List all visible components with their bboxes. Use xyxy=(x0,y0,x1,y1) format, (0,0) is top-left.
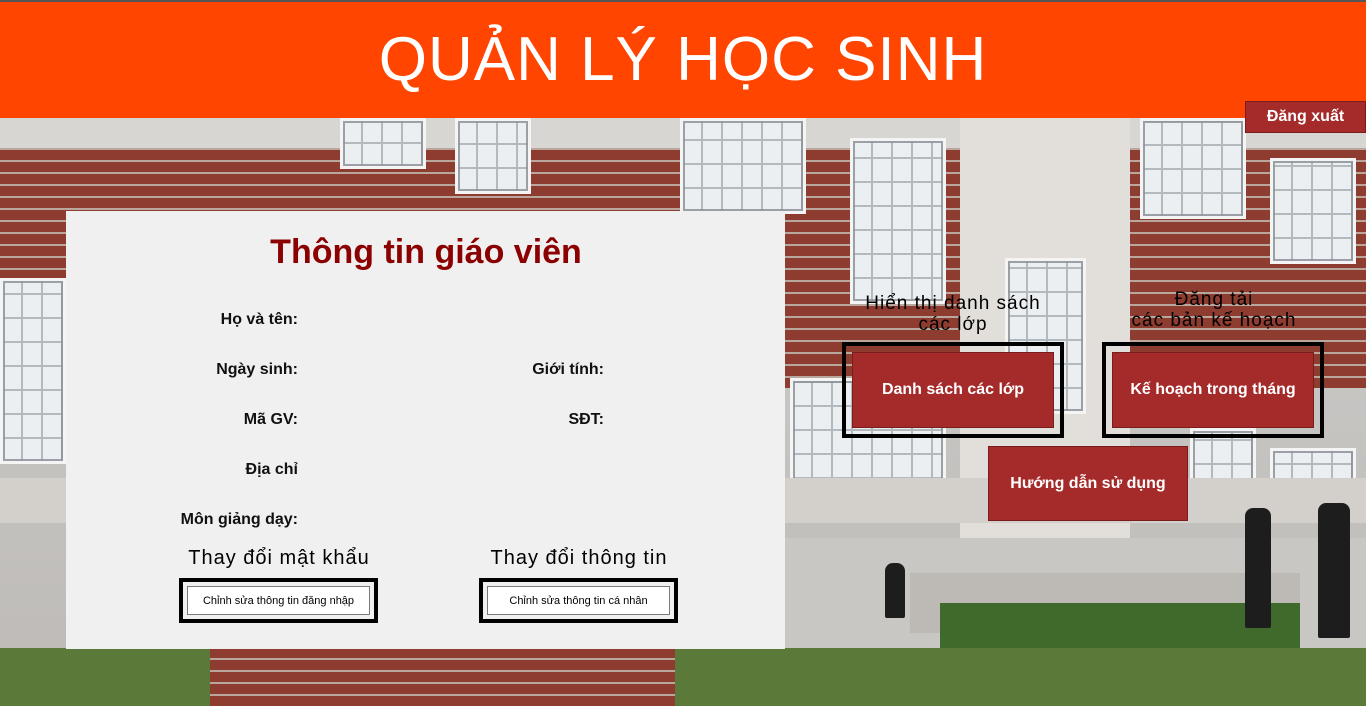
class-list-caption: Hiển thị danh sách các lớp xyxy=(843,293,1063,335)
name-label: Họ và tên: xyxy=(220,311,298,328)
window xyxy=(1270,158,1356,264)
change-password-frame: Chỉnh sửa thông tin đăng nhập xyxy=(179,578,378,623)
subject-label: Môn giảng dạy: xyxy=(180,511,298,528)
change-info-caption: Thay đổi thông tin xyxy=(490,547,668,569)
user-guide-button[interactable]: Hướng dẫn sử dụng xyxy=(988,446,1188,521)
change-password-caption: Thay đổi mật khẩu xyxy=(188,547,370,569)
monthly-plan-caption-line1: Đăng tải xyxy=(1174,289,1254,310)
dob-label: Ngày sinh: xyxy=(216,361,298,378)
class-list-caption-line1: Hiển thị danh sách xyxy=(865,293,1041,314)
window xyxy=(1140,118,1246,219)
hanging-coat xyxy=(885,563,905,618)
person-figure xyxy=(1245,508,1271,628)
window xyxy=(680,118,806,214)
logout-button[interactable]: Đăng xuất xyxy=(1245,101,1366,133)
teacher-id-label: Mã GV: xyxy=(243,411,298,428)
panel-title: Thông tin giáo viên xyxy=(270,233,582,271)
window xyxy=(0,278,66,464)
monthly-plan-button[interactable]: Kế hoạch trong tháng xyxy=(1112,352,1314,428)
window xyxy=(455,118,531,194)
gender-label: Giới tính: xyxy=(532,361,604,378)
address-label: Địa chỉ xyxy=(245,461,298,478)
edit-personal-info-button[interactable]: Chỉnh sửa thông tin cá nhân xyxy=(487,586,670,615)
monthly-plan-caption-line2: các bản kế hoạch xyxy=(1131,310,1297,331)
change-info-frame: Chỉnh sửa thông tin cá nhân xyxy=(479,578,678,623)
front-lawn xyxy=(0,648,1366,706)
edit-login-info-button[interactable]: Chỉnh sửa thông tin đăng nhập xyxy=(187,586,370,615)
class-list-button[interactable]: Danh sách các lớp xyxy=(852,352,1054,428)
window xyxy=(850,138,946,304)
app-header: QUẢN LÝ HỌC SINH xyxy=(0,0,1366,118)
phone-label: SĐT: xyxy=(568,411,604,428)
class-list-caption-line2: các lớp xyxy=(918,314,988,335)
person-figure xyxy=(1318,503,1350,638)
app-title: QUẢN LÝ HỌC SINH xyxy=(378,25,988,94)
teacher-info-panel: Thông tin giáo viên Họ và tên: Ngày sinh… xyxy=(66,211,785,649)
monthly-plan-caption: Đăng tải các bản kế hoạch xyxy=(1103,289,1325,331)
window xyxy=(340,118,426,169)
